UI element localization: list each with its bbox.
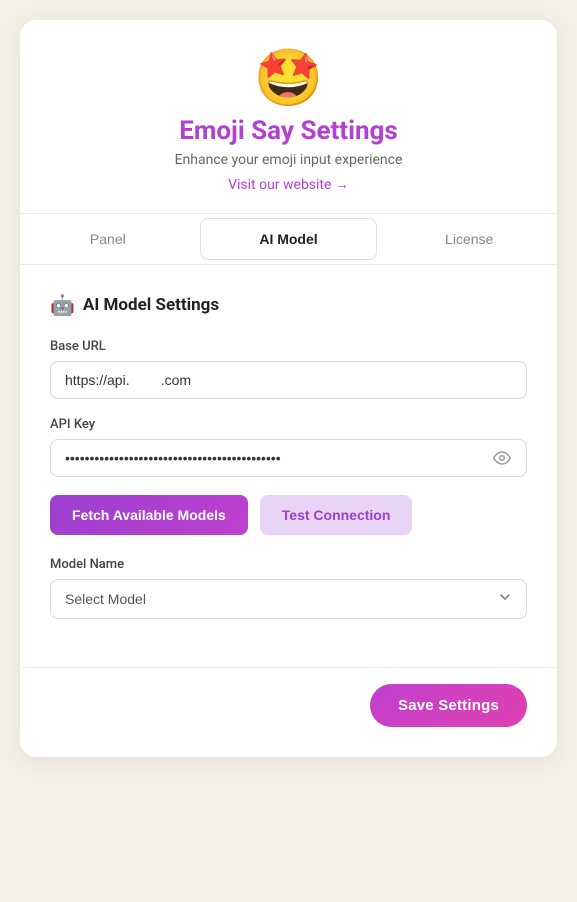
app-header: 🤩 Emoji Say Settings Enhance your emoji …	[20, 20, 557, 213]
section-title: AI Model Settings	[83, 295, 219, 315]
section-icon: 🤖	[50, 293, 75, 317]
base-url-input[interactable]	[50, 361, 527, 399]
action-buttons-row: Fetch Available Models Test Connection	[50, 495, 527, 535]
test-connection-button[interactable]: Test Connection	[260, 495, 413, 535]
api-key-field-group: API Key	[50, 417, 527, 477]
model-select-wrapper: Select Model	[50, 579, 527, 619]
tab-bar: Panel AI Model License	[20, 213, 557, 265]
section-header: 🤖 AI Model Settings	[50, 293, 527, 317]
model-name-select[interactable]: Select Model	[50, 579, 527, 619]
tab-ai-model[interactable]: AI Model	[200, 218, 378, 260]
model-name-label: Model Name	[50, 557, 527, 572]
tab-panel[interactable]: Panel	[20, 214, 196, 264]
app-subtitle: Enhance your emoji input experience	[175, 152, 403, 168]
api-key-wrapper	[50, 439, 527, 477]
save-settings-button[interactable]: Save Settings	[370, 684, 527, 727]
api-key-input[interactable]	[50, 439, 527, 477]
app-title: Emoji Say Settings	[179, 116, 398, 146]
tab-content: 🤖 AI Model Settings Base URL API Key Fet…	[20, 265, 557, 647]
fetch-models-button[interactable]: Fetch Available Models	[50, 495, 248, 535]
base-url-field-group: Base URL	[50, 339, 527, 399]
tab-license[interactable]: License	[381, 214, 557, 264]
toggle-password-button[interactable]	[489, 445, 515, 471]
api-key-label: API Key	[50, 417, 527, 432]
model-name-field-group: Model Name Select Model	[50, 557, 527, 619]
app-emoji-icon: 🤩	[254, 50, 324, 106]
footer-bar: Save Settings	[20, 667, 557, 727]
base-url-label: Base URL	[50, 339, 527, 354]
settings-card: 🤩 Emoji Say Settings Enhance your emoji …	[20, 20, 557, 757]
visit-website-link[interactable]: Visit our website →	[228, 176, 349, 193]
